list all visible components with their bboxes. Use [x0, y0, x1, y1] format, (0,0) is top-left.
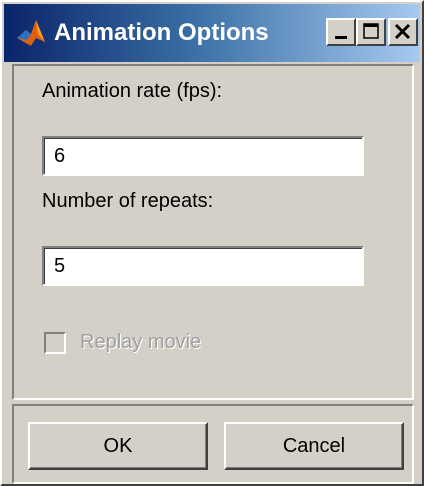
- animation-rate-label: Animation rate (fps):: [42, 80, 223, 102]
- options-panel: [12, 64, 414, 400]
- replay-movie-checkbox[interactable]: [44, 332, 66, 354]
- minimize-icon: [335, 36, 347, 39]
- close-button[interactable]: [388, 18, 418, 46]
- replay-movie-label: Replay movie: [80, 331, 202, 353]
- close-icon: [394, 23, 411, 40]
- title-bar[interactable]: Animation Options: [4, 4, 420, 62]
- matlab-logo-icon: [14, 16, 48, 50]
- number-of-repeats-label: Number of repeats:: [42, 190, 214, 212]
- dialog-window: Animation Options Animation rate (fps): …: [0, 0, 424, 486]
- cancel-button[interactable]: Cancel: [224, 422, 404, 470]
- minimize-button[interactable]: [326, 18, 356, 46]
- maximize-button[interactable]: [356, 18, 386, 46]
- animation-rate-input[interactable]: [42, 136, 364, 176]
- maximize-icon: [363, 23, 379, 39]
- window-title: Animation Options: [54, 19, 269, 46]
- number-of-repeats-input[interactable]: [42, 246, 364, 286]
- ok-button[interactable]: OK: [28, 422, 208, 470]
